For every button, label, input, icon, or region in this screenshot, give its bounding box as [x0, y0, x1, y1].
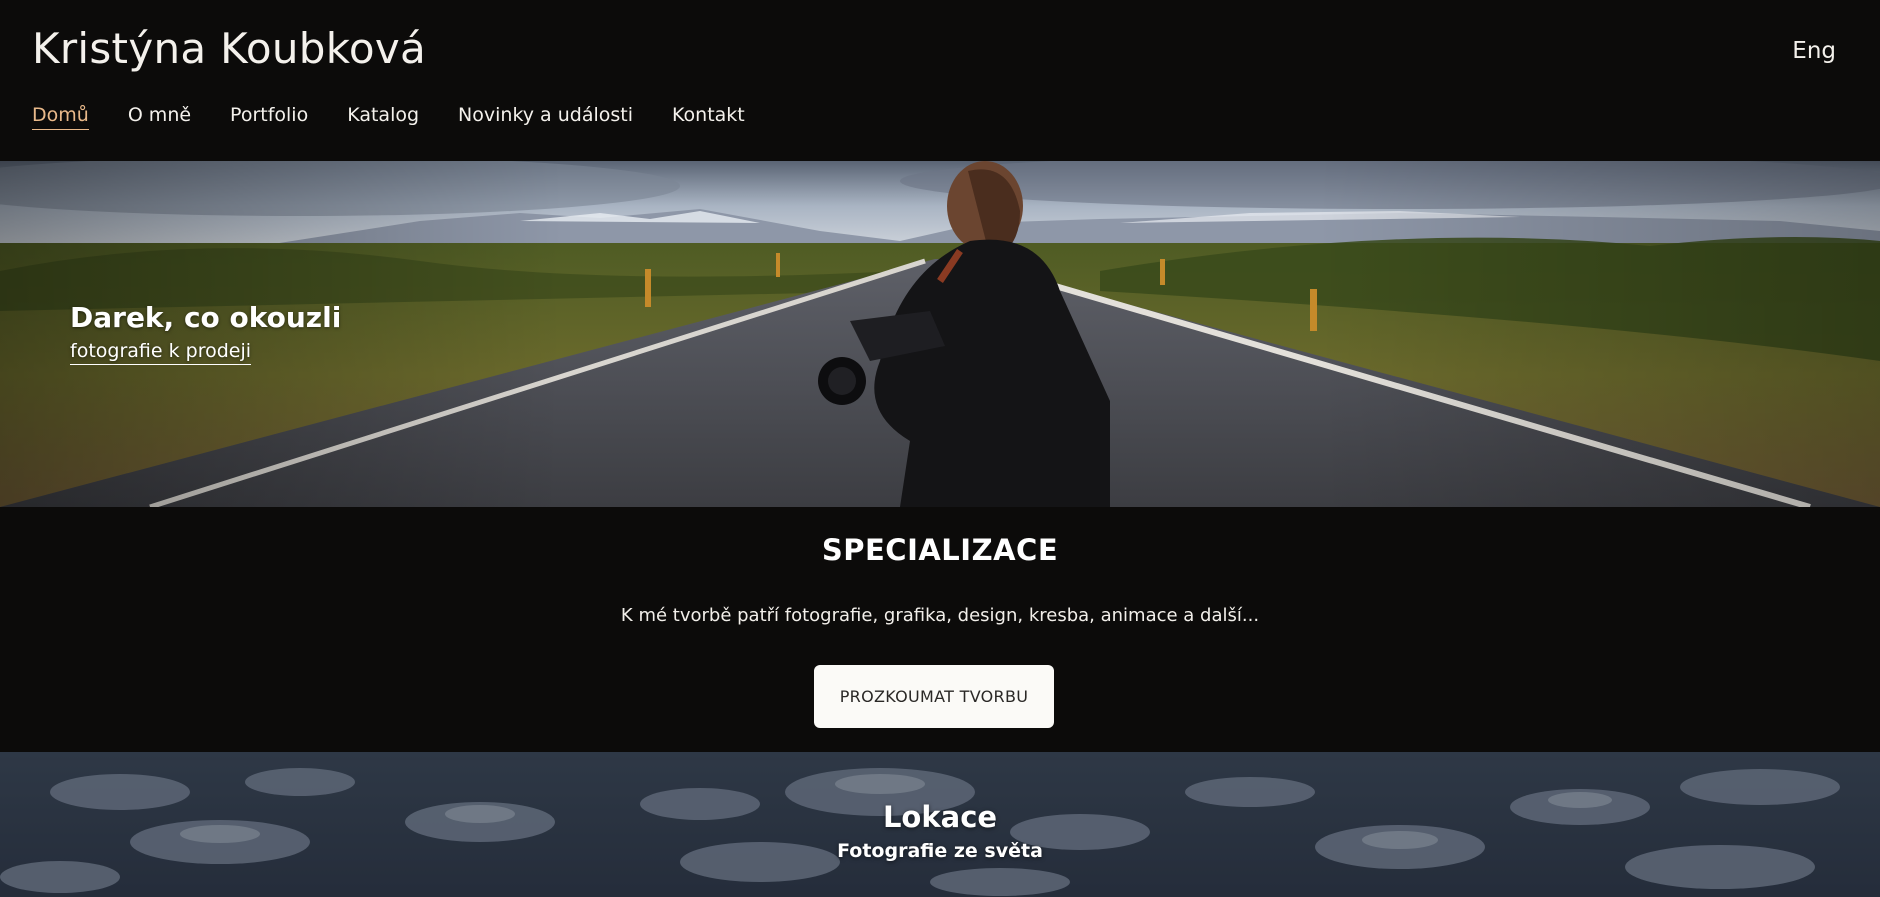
nav-item-contact[interactable]: Kontakt [672, 104, 745, 130]
nav-item-portfolio[interactable]: Portfolio [230, 104, 308, 130]
main-nav: Domů O mně Portfolio Katalog Novinky a u… [32, 104, 745, 130]
nav-item-home[interactable]: Domů [32, 104, 89, 130]
language-switch[interactable]: Eng [1792, 38, 1836, 64]
specialization-title: SPECIALIZACE [821, 533, 1059, 567]
hero-heading: Darek, co okouzli [70, 301, 342, 334]
hero-caption: Darek, co okouzli fotografie k prodeji [70, 301, 341, 365]
hero-banner: Darek, co okouzli fotografie k prodeji [0, 161, 1880, 507]
specialization-text: K mé tvorbě patří fotografie, grafika, d… [620, 605, 1260, 626]
site-title[interactable]: Kristýna Koubková [32, 24, 426, 73]
locations-title: Lokace [882, 800, 998, 834]
specialization-section: SPECIALIZACE K mé tvorbě patří fotografi… [0, 507, 1880, 752]
nav-item-about[interactable]: O mně [128, 104, 191, 130]
nav-item-catalog[interactable]: Katalog [347, 104, 419, 130]
explore-work-button[interactable]: PROZKOUMAT TVORBU [814, 665, 1054, 728]
locations-subtitle: Fotografie ze světa [837, 840, 1043, 862]
site-header: Kristýna Koubková Eng Domů O mně Portfol… [0, 0, 1880, 161]
hero-link-prints-for-sale[interactable]: fotografie k prodeji [70, 340, 252, 365]
locations-section[interactable]: Lokace Fotografie ze světa [0, 752, 1880, 897]
nav-item-news-events[interactable]: Novinky a události [458, 104, 633, 130]
